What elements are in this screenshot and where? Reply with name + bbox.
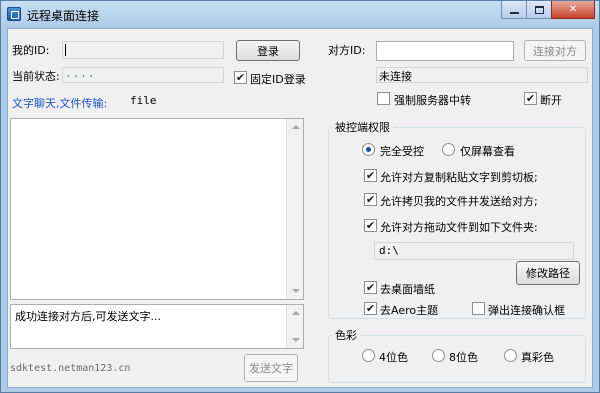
maximize-button[interactable] [526, 1, 552, 19]
window-title: 远程桌面连接 [27, 9, 100, 23]
send-text-button[interactable]: 发送文字 [244, 354, 298, 382]
title-bar[interactable]: 远程桌面连接 ✕ [1, 1, 599, 27]
allow-drag-files-checkbox[interactable]: ✔ [364, 219, 377, 232]
message-input[interactable]: 成功连接对方后,可发送文字... [10, 304, 304, 349]
allow-copy-files-label: 允许拷贝我的文件并发送给对方; [380, 195, 538, 208]
fixed-id-login-label: 固定ID登录 [250, 73, 306, 86]
close-button[interactable]: ✕ [551, 1, 595, 19]
minimize-icon [509, 11, 519, 14]
app-window: 远程桌面连接 ✕ 我的ID: 登录 当前状态: .... ✔ 固定ID登录 文字… [0, 0, 600, 393]
modify-path-button[interactable]: 修改路径 [516, 261, 580, 285]
chat-label: 文字聊天,文件传输: [12, 97, 108, 110]
checkmark-icon: ✔ [365, 169, 376, 182]
popup-confirm-checkbox[interactable] [472, 302, 485, 315]
disconnect-checkbox[interactable]: ✔ [524, 92, 537, 105]
connect-peer-button[interactable]: 连接对方 [524, 40, 586, 61]
remove-wallpaper-checkbox[interactable]: ✔ [364, 281, 377, 294]
file-label: file [130, 94, 157, 107]
scroll-down-icon[interactable] [292, 289, 300, 293]
peer-id-field[interactable] [376, 41, 514, 61]
disconnect-label: 断开 [540, 94, 562, 107]
popup-confirm-label: 弹出连接确认框 [488, 304, 565, 317]
view-only-radio[interactable] [442, 143, 455, 156]
full-control-radio[interactable] [362, 143, 375, 156]
color-title: 色彩 [332, 327, 360, 343]
force-relay-label: 强制服务器中转 [394, 94, 471, 107]
status-value: .... [65, 67, 96, 80]
allow-copy-text-label: 允许对方复制粘贴文字到剪切板; [380, 171, 538, 184]
minimize-button[interactable] [501, 1, 527, 19]
checkmark-icon: ✔ [365, 219, 376, 232]
scroll-down-icon[interactable] [292, 338, 300, 342]
text-cursor [65, 44, 66, 56]
color-8bit-label: 8位色 [449, 351, 478, 364]
my-id-field[interactable] [62, 41, 224, 59]
peer-id-label: 对方ID: [328, 44, 366, 57]
connection-status: 未连接 [379, 70, 412, 83]
view-only-label: 仅屏幕查看 [460, 145, 515, 158]
my-id-label: 我的ID: [12, 44, 50, 57]
color-8bit-radio[interactable] [432, 349, 445, 362]
message-scrollbar[interactable] [286, 305, 303, 348]
color-4bit-radio[interactable] [362, 349, 375, 362]
remove-aero-label: 去Aero主题 [380, 304, 439, 317]
color-4bit-label: 4位色 [379, 351, 408, 364]
checkmark-icon: ✔ [365, 281, 376, 294]
force-relay-checkbox[interactable] [377, 92, 390, 105]
status-field: .... [62, 67, 224, 83]
message-input-text: 成功连接对方后,可发送文字... [15, 310, 161, 323]
controlled-permissions-title: 被控端权限 [332, 119, 393, 135]
checkmark-icon: ✔ [525, 92, 536, 105]
app-icon [7, 7, 21, 21]
client-area: 我的ID: 登录 当前状态: .... ✔ 固定ID登录 文字聊天,文件传输: … [7, 28, 593, 388]
folder-path-field: d:\ [374, 242, 574, 260]
status-label: 当前状态: [12, 70, 60, 83]
scroll-up-icon[interactable] [292, 125, 300, 129]
folder-path: d:\ [379, 244, 399, 257]
checkmark-icon: ✔ [365, 193, 376, 206]
footer-url: sdktest.netman123.cn [10, 363, 131, 374]
close-icon: ✕ [568, 4, 578, 15]
scroll-up-icon[interactable] [292, 311, 300, 315]
remove-wallpaper-label: 去桌面墙纸 [380, 283, 435, 296]
remove-aero-checkbox[interactable]: ✔ [364, 302, 377, 315]
chat-log-scrollbar[interactable] [286, 119, 303, 299]
allow-copy-text-checkbox[interactable]: ✔ [364, 169, 377, 182]
color-truecolor-radio[interactable] [504, 349, 517, 362]
chat-log[interactable] [10, 118, 304, 300]
checkmark-icon: ✔ [235, 71, 246, 84]
connection-status-field: 未连接 [376, 67, 588, 83]
checkmark-icon: ✔ [365, 302, 376, 315]
maximize-icon [534, 5, 544, 14]
full-control-label: 完全受控 [380, 145, 424, 158]
color-truecolor-label: 真彩色 [521, 351, 554, 364]
allow-copy-files-checkbox[interactable]: ✔ [364, 193, 377, 206]
login-button[interactable]: 登录 [236, 40, 300, 61]
fixed-id-login-checkbox[interactable]: ✔ [234, 71, 247, 84]
allow-drag-files-label: 允许对方拖动文件到如下文件夹: [380, 221, 538, 234]
